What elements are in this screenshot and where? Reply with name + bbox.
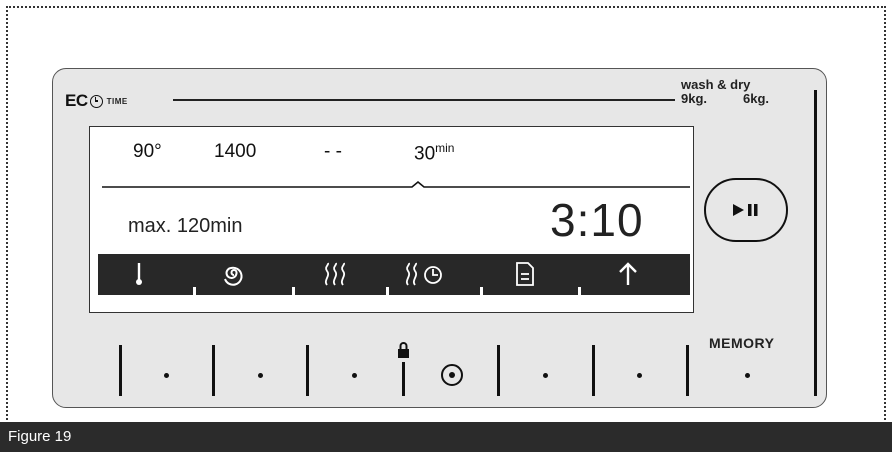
program-button-3[interactable]	[352, 373, 357, 378]
dry-capacity: 6kg.	[743, 91, 770, 106]
figure-caption-bar: Figure 19	[0, 422, 892, 452]
play-pause-icon	[733, 204, 758, 216]
selector-line	[212, 345, 215, 396]
selector-line	[686, 345, 689, 396]
option-value[interactable]: - -	[324, 141, 342, 163]
duration-unit: min	[435, 141, 455, 155]
program-button-2[interactable]	[258, 373, 263, 378]
settings-row: 90° 1400 - - 30min	[90, 141, 693, 171]
circle-dot-icon[interactable]	[441, 364, 463, 386]
steam-icon[interactable]	[305, 256, 365, 292]
selector-line	[592, 345, 595, 396]
eco-line	[173, 99, 675, 101]
selector-line	[497, 345, 500, 396]
steam-timer-icon[interactable]	[394, 256, 454, 292]
lcd-display: 90° 1400 - - 30min max. 120min 3:10	[89, 126, 694, 313]
spin-value[interactable]: 1400	[214, 141, 256, 163]
icon-divider-tick	[480, 287, 483, 295]
temperature-value[interactable]: 90°	[133, 141, 162, 163]
remaining-time: 3:10	[550, 194, 644, 246]
function-icon-bar	[98, 254, 690, 295]
document-icon[interactable]	[495, 256, 555, 292]
capacity-values: 9kg. 6kg.	[681, 91, 811, 106]
duration-number: 30	[414, 143, 436, 165]
clock-icon	[89, 94, 103, 108]
spiral-icon[interactable]	[204, 256, 264, 292]
panel-edge-bar	[814, 90, 817, 396]
program-button-5[interactable]	[637, 373, 642, 378]
program-button-4[interactable]	[543, 373, 548, 378]
icon-divider-tick	[578, 287, 581, 295]
lock-icon	[398, 342, 409, 358]
duration-value[interactable]: 30min	[414, 141, 454, 165]
icon-divider-tick	[193, 287, 196, 295]
selector-line	[306, 345, 309, 396]
eco-time-logo: EC TIME	[65, 91, 128, 111]
thermometer-icon[interactable]	[109, 256, 169, 292]
icon-divider-tick	[292, 287, 295, 295]
display-divider	[102, 180, 690, 188]
start-pause-button[interactable]	[704, 178, 788, 242]
wash-capacity: 9kg.	[681, 91, 708, 106]
selector-line	[119, 345, 122, 396]
eco-text: EC	[65, 91, 88, 110]
icon-divider-tick	[386, 287, 389, 295]
time-text: TIME	[106, 96, 128, 106]
max-time-text: max. 120min	[128, 215, 243, 237]
figure-caption: Figure 19	[8, 428, 72, 445]
lock-selector-line	[402, 362, 405, 396]
wash-dry-label: wash & dry	[681, 77, 751, 92]
arrow-up-icon[interactable]	[598, 256, 658, 292]
memory-button[interactable]	[745, 373, 750, 378]
program-button-1[interactable]	[164, 373, 169, 378]
memory-label: MEMORY	[709, 335, 775, 351]
